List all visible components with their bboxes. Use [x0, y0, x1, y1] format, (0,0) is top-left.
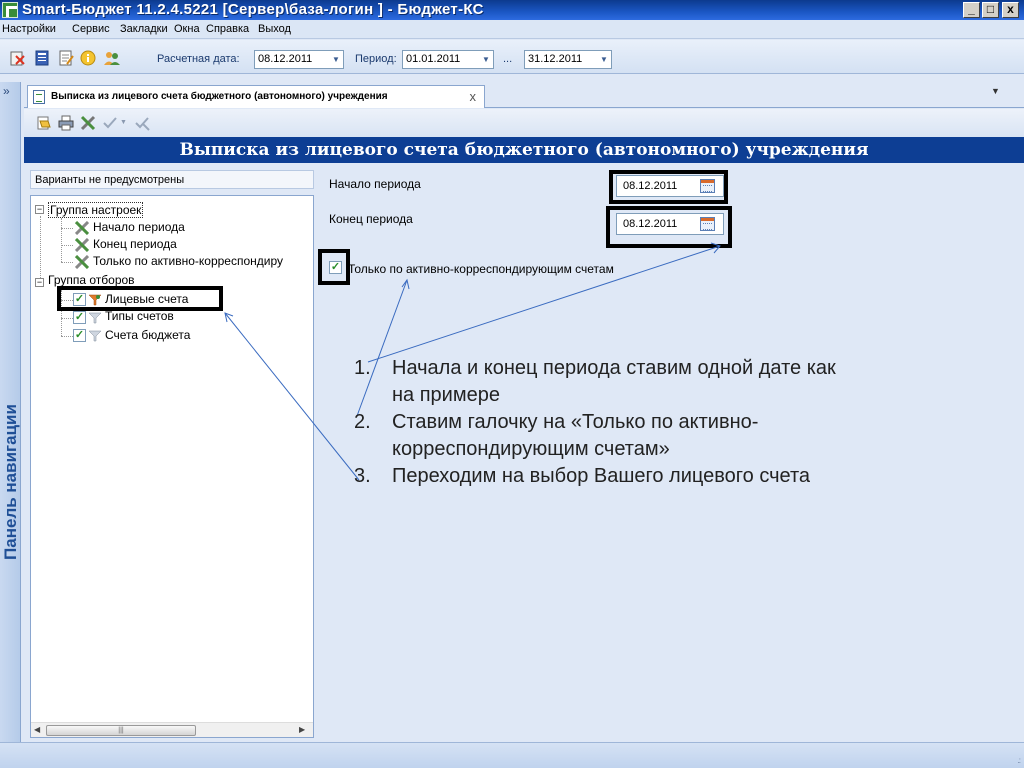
end-date-label: Конец периода [329, 212, 413, 226]
collapse-toggle-icon[interactable]: − [35, 278, 44, 287]
variants-box: Варианты не предусмотрены [30, 170, 314, 189]
form-header: Выписка из лицевого счета бюджетного (ав… [24, 137, 1024, 163]
tree-horizontal-scrollbar[interactable]: ◀ ||| ▶ [31, 722, 313, 737]
tree-group-filters[interactable]: Группа отборов [48, 273, 135, 287]
settings-tree: − Группа настроек Начало периода Конец п… [30, 195, 314, 738]
maximize-button[interactable]: □ [982, 2, 999, 18]
period-separator: ... [503, 53, 513, 65]
navigation-panel: » Панель навигации » [0, 82, 21, 742]
tree-item-budget-accounts[interactable]: Счета бюджета [105, 328, 190, 342]
tab-list-chevron-icon[interactable]: ▼ [991, 86, 1000, 96]
tree-group-settings[interactable]: Группа настроек [48, 202, 144, 218]
menu-service[interactable]: Сервис [72, 23, 110, 35]
start-date-label: Начало периода [329, 177, 421, 191]
edit-document-icon[interactable] [58, 50, 74, 66]
active-correspondence-label[interactable]: Только по активно-корреспондирующим счет… [348, 262, 614, 276]
instruction-step: 1. Начала и конец периода ставим одной да… [354, 357, 836, 406]
open-icon[interactable] [36, 115, 52, 131]
close-tab-icon[interactable]: x [470, 89, 477, 104]
window-title: Smart-Бюджет 11.2.4.5221 [Сервер\база-ло… [22, 1, 484, 18]
collapse-nav-icon[interactable]: » [3, 84, 10, 98]
period-to-value: 31.12.2011 [528, 53, 583, 65]
tree-item-active-correspondence[interactable]: Только по активно-корреспондиру [93, 254, 283, 268]
main-toolbar: Расчетная дата: 08.12.2011 ▼ Период: 01.… [0, 40, 1024, 74]
menu-windows[interactable]: Окна [174, 23, 200, 35]
tools-icon[interactable] [80, 115, 96, 131]
scroll-right-icon[interactable]: ▶ [299, 725, 305, 734]
uncheck-icon[interactable] [134, 115, 150, 131]
checkbox-budget-accounts[interactable]: ✓ [73, 329, 86, 342]
tools-icon [75, 221, 89, 235]
tree-item-account-types[interactable]: Типы счетов [105, 309, 174, 323]
documents-icon[interactable] [34, 50, 50, 66]
calc-date-combo[interactable]: 08.12.2011 ▼ [254, 50, 344, 69]
period-from-combo[interactable]: 01.01.2011 ▼ [402, 50, 494, 69]
status-bar: .: [0, 742, 1024, 768]
tree-item-period-end[interactable]: Конец периода [93, 237, 177, 251]
chevron-down-icon[interactable]: ▼ [479, 51, 493, 68]
filter-icon [89, 330, 101, 342]
menu-settings[interactable]: Настройки [2, 23, 56, 35]
tab-account-statement[interactable]: Выписка из лицевого счета бюджетного (ав… [27, 85, 485, 108]
tree-item-period-start[interactable]: Начало периода [93, 220, 185, 234]
exit-icon[interactable] [10, 50, 26, 66]
menu-bar: Настройки Сервис Закладки Окна Справка В… [0, 20, 1024, 39]
highlight-personal-accounts [57, 286, 223, 311]
title-bar: Smart-Бюджет 11.2.4.5221 [Сервер\база-ло… [0, 0, 1024, 20]
filter-icon [89, 312, 101, 324]
highlight-end-date [606, 206, 732, 248]
instructions: 1. Начала и конец периода ставим одной да… [346, 355, 846, 490]
menu-exit[interactable]: Выход [258, 23, 291, 35]
chevron-down-icon[interactable]: ▼ [329, 51, 343, 68]
document-icon [33, 90, 45, 104]
scroll-thumb[interactable]: ||| [46, 725, 196, 736]
resize-grip-icon[interactable]: .: [1018, 756, 1022, 765]
instruction-step: 2. Ставим галочку на «Только по активно-к… [354, 411, 759, 460]
tools-icon [75, 255, 89, 269]
nav-panel-title[interactable]: Панель навигации [1, 387, 21, 577]
tools-icon [75, 238, 89, 252]
highlight-checkbox [318, 249, 350, 285]
close-button[interactable]: x [1002, 2, 1019, 18]
tab-label: Выписка из лицевого счета бюджетного (ав… [51, 91, 388, 102]
minimize-button[interactable]: _ [963, 2, 980, 18]
app-icon [2, 2, 18, 18]
scroll-left-icon[interactable]: ◀ [34, 725, 40, 734]
instruction-step: 3. Переходим на выбор Вашего лицевого сче… [354, 465, 811, 487]
collapse-toggle-icon[interactable]: − [35, 205, 44, 214]
period-label: Период: [355, 53, 397, 65]
calc-date-value: 08.12.2011 [258, 53, 313, 65]
check-icon[interactable] [102, 115, 118, 131]
period-to-combo[interactable]: 31.12.2011 ▼ [524, 50, 612, 69]
variants-label: Варианты не предусмотрены [35, 174, 185, 186]
calc-date-label: Расчетная дата: [157, 53, 240, 65]
document-toolbar: ▼ [24, 109, 1024, 137]
info-icon[interactable] [80, 50, 96, 66]
chevron-down-icon[interactable]: ▼ [597, 51, 611, 68]
period-from-value: 01.01.2011 [406, 53, 461, 65]
check-dropdown-icon[interactable]: ▼ [120, 119, 127, 126]
print-icon[interactable] [58, 115, 74, 131]
form-title: Выписка из лицевого счета бюджетного (ав… [179, 140, 869, 160]
menu-bookmarks[interactable]: Закладки [120, 23, 168, 35]
menu-help[interactable]: Справка [206, 23, 249, 35]
users-icon[interactable] [104, 50, 120, 66]
checkbox-account-types[interactable]: ✓ [73, 311, 86, 324]
highlight-start-date [609, 170, 728, 204]
tab-strip: Выписка из лицевого счета бюджетного (ав… [24, 82, 1024, 108]
